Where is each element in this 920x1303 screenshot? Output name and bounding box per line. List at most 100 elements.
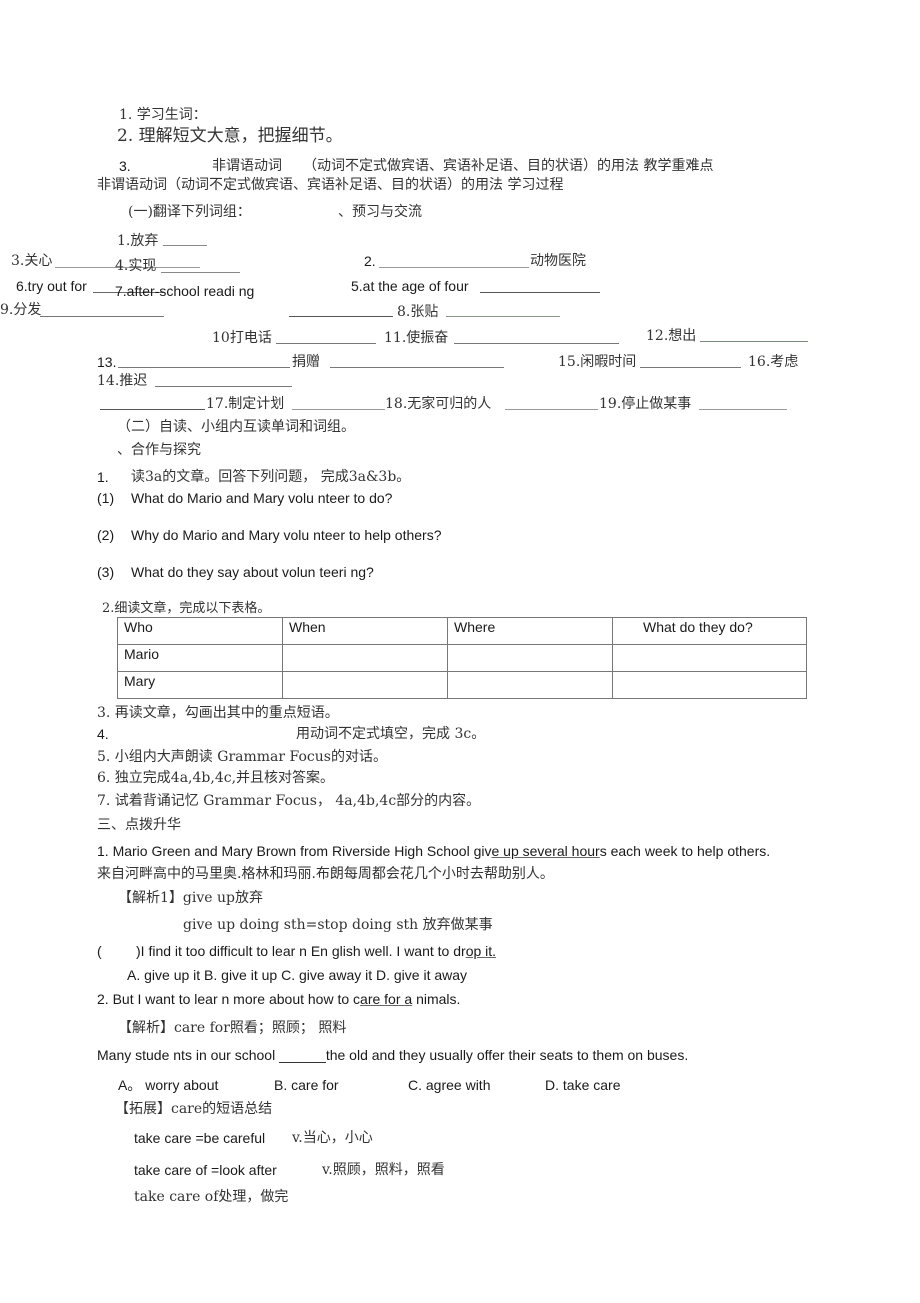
objective-3-number: 3. xyxy=(119,158,131,174)
extension-phrase-1: take care =be careful xyxy=(134,1130,266,1146)
exercise-2-end: the old and they usually offer their sea… xyxy=(325,1047,689,1063)
answer-blank-17[interactable] xyxy=(292,409,385,410)
sentence-2-end: nimals. xyxy=(412,991,461,1007)
answer-blank-11[interactable] xyxy=(454,343,619,344)
sentence-1-translation: 来自河畔高中的马里奥.格林和玛丽.布朗每周都会花几个小时去帮助别人。 xyxy=(97,866,554,882)
answer-blank-14[interactable] xyxy=(155,386,292,387)
analysis-1-detail: give up doing sth=stop doing sth 放弃做某事 xyxy=(183,917,493,933)
answer-blank-18[interactable] xyxy=(505,409,598,410)
exercise-1-underlined: op it. xyxy=(465,943,497,959)
answer-blank-8[interactable] xyxy=(446,316,560,317)
cell-when[interactable] xyxy=(282,644,448,672)
phrase-6: 6.try out for xyxy=(16,278,87,294)
task-3: 3. 再读文章，勾画出其中的重点短语。 xyxy=(97,705,339,721)
header-when: When xyxy=(282,617,448,645)
extension-phrase-3: take care of处理，做完 xyxy=(134,1189,289,1205)
info-table: Who When Where What do they do? Mario Ma… xyxy=(117,617,807,699)
cell-what[interactable] xyxy=(612,671,807,699)
answer-blank-15[interactable] xyxy=(640,367,741,368)
analysis-2: 【解析】care for照看；照顾； 照料 xyxy=(118,1020,347,1036)
sentence-2-underlined: are for a xyxy=(360,991,413,1007)
phrase-16: 16.考虑 xyxy=(748,354,799,370)
phrase-11: 11.使振奋 xyxy=(384,330,449,346)
sub-question-1-text: What do Mario and Mary volu nteer to do? xyxy=(131,490,393,506)
section-preview-heading: 、预习与交流 xyxy=(338,204,422,220)
cell-when[interactable] xyxy=(282,671,448,699)
sentence-1-end: s each week to help others. xyxy=(599,843,771,859)
cell-who: Mary xyxy=(117,671,283,699)
exercise-1-options: A. give up it B. give it up C. give away… xyxy=(127,967,468,983)
objective-1: 1. 学习生词： xyxy=(119,107,207,123)
answer-blank-10[interactable] xyxy=(276,343,376,344)
phrase-13-suffix: 捐赠 xyxy=(292,354,320,370)
phrase-1: 1.放弃 xyxy=(117,233,159,249)
header-where: Where xyxy=(447,617,613,645)
phrase-3: 3.关心 xyxy=(11,253,53,269)
question-1-number: 1. xyxy=(97,469,109,485)
answer-blank-19[interactable] xyxy=(699,409,787,410)
cell-where[interactable] xyxy=(447,644,613,672)
phrase-17: 17.制定计划 xyxy=(206,396,285,412)
header-who: Who xyxy=(117,617,283,645)
sub-question-3-number: (3) xyxy=(97,564,115,580)
exercise-2-option-a: A。 worry about xyxy=(118,1077,219,1093)
exercise-1: )I find it too difficult to lear n En gl… xyxy=(136,942,496,960)
exercise-1-text: )I find it too difficult to lear n En gl… xyxy=(136,943,466,959)
task-6: 6. 独立完成4a,4b,4c,并且核对答案。 xyxy=(97,770,335,786)
sentence-1-underlined: e up several hour xyxy=(491,843,600,859)
answer-blank-12[interactable] xyxy=(700,341,808,342)
section-translate-heading: (一)翻译下列词组： xyxy=(128,204,251,220)
answer-blank-4[interactable] xyxy=(161,272,240,273)
task-4-text: 用动词不定式填空，完成 3c。 xyxy=(296,726,486,742)
cell-where[interactable] xyxy=(447,671,613,699)
question-1-instruction: 读3a的文章。回答下列问题， 完成3a&3b。 xyxy=(131,469,411,485)
extension-heading: 【拓展】care的短语总结 xyxy=(115,1101,273,1117)
sub-question-2-text: Why do Mario and Mary volu nteer to help… xyxy=(131,527,442,543)
exercise-2-option-d: D. take care xyxy=(545,1077,621,1093)
phrase-19: 19.停止做某事 xyxy=(599,396,692,412)
answer-blank-9[interactable] xyxy=(40,316,164,317)
sub-question-1-number: (1) xyxy=(97,490,115,506)
phrase-4: 4.实现 xyxy=(115,258,157,274)
cell-who: Mario xyxy=(117,644,283,672)
answer-blank-7[interactable] xyxy=(289,316,393,317)
exercise-2-blank[interactable]: ______ xyxy=(279,1047,326,1063)
section-3-heading: 三、点拨升华 xyxy=(97,817,181,833)
answer-blank-2[interactable] xyxy=(379,267,529,268)
phrase-10: 10打电话 xyxy=(212,330,272,346)
answer-blank-5[interactable] xyxy=(480,292,600,293)
answer-blank-13b[interactable] xyxy=(330,367,504,368)
answer-blank-1[interactable] xyxy=(163,245,207,246)
answer-blank-13[interactable] xyxy=(118,367,290,368)
section-cooperate-heading: 、合作与探究 xyxy=(117,442,201,458)
phrase-15: 15.闲暇时间 xyxy=(558,354,637,370)
objective-2: 2. 理解短文大意，把握细节。 xyxy=(117,126,343,146)
phrase-2-suffix: 动物医院 xyxy=(530,253,586,269)
phrase-7: 7.after-school readi ng xyxy=(115,283,255,299)
phrase-2: 2. xyxy=(364,253,376,269)
exercise-2-option-b: B. care for xyxy=(274,1077,339,1093)
header-what: What do they do? xyxy=(612,617,807,645)
task-7: 7. 试着背诵记忆 Grammar Focus， 4a,4b,4c部分的内容。 xyxy=(97,793,481,809)
analysis-1: 【解析1】give up放弃 xyxy=(118,890,263,906)
task-4-number: 4. xyxy=(97,726,109,742)
cell-what[interactable] xyxy=(612,644,807,672)
objective-3-detail: （动词不定式做宾语、宾语补足语、目的状语）的用法 教学重难点 xyxy=(303,158,714,174)
sentence-1-start: 1. Mario Green and Mary Brown from River… xyxy=(97,843,492,859)
learning-process-line: 非谓语动词（动词不定式做宾语、宾语补足语、目的状语）的用法 学习过程 xyxy=(97,177,564,193)
sentence-1: 1. Mario Green and Mary Brown from River… xyxy=(97,842,770,860)
extension-phrase-2: take care of =look after xyxy=(134,1162,277,1178)
sub-question-3-text: What do they say about volun teeri ng? xyxy=(131,564,374,580)
sentence-2: 2. But I want to lear n more about how t… xyxy=(97,990,460,1008)
phrase-8: 8.张贴 xyxy=(397,304,439,320)
phrase-18: 18.无家可归的人 xyxy=(385,396,492,412)
exercise-2-start: Many stude nts in our school xyxy=(97,1047,280,1063)
phrase-12: 12.想出 xyxy=(646,328,697,344)
sentence-2-start: 2. But I want to lear n more about how t… xyxy=(97,991,361,1007)
extension-meaning-1: v.当心，小心 xyxy=(292,1130,373,1146)
table-header-row: Who When Where What do they do? xyxy=(117,617,807,645)
answer-blank-16[interactable] xyxy=(100,409,205,410)
extension-meaning-2: v.照顾，照料，照看 xyxy=(322,1162,445,1178)
phrase-14: 14.推迟 xyxy=(97,373,148,389)
section-self-read-heading: （二）自读、小组内互读单词和词组。 xyxy=(117,419,355,435)
